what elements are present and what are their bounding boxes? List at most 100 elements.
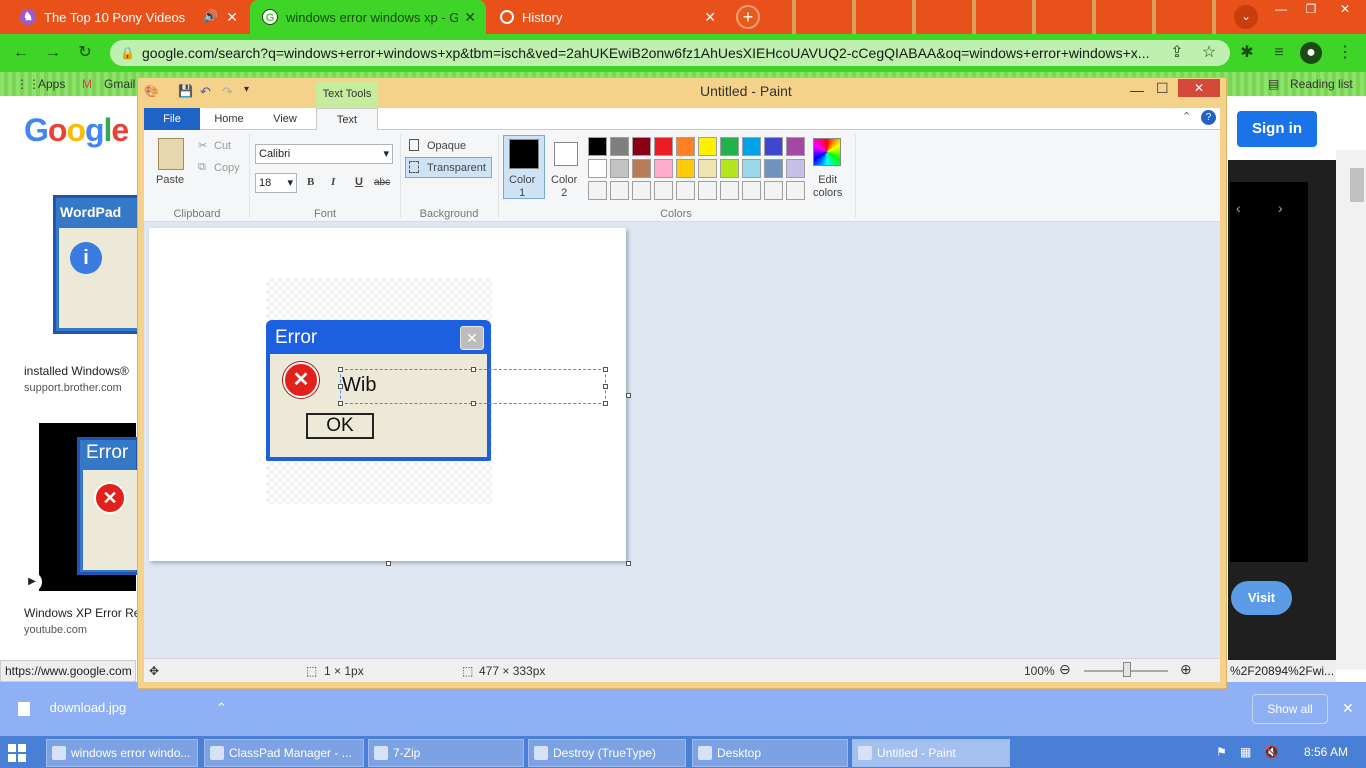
tab-pony-videos[interactable]: ♞ The Top 10 Pony Videos 🔊 ✕ — [8, 0, 248, 34]
tab-file[interactable]: File — [144, 108, 200, 130]
color-swatch[interactable] — [610, 159, 629, 178]
network-icon[interactable]: ▦ — [1240, 745, 1251, 759]
page-scrollbar[interactable] — [1336, 150, 1366, 670]
play-icon[interactable]: ▶ — [22, 572, 42, 592]
bookmark-gmail[interactable]: Gmail — [104, 77, 135, 91]
redo-icon[interactable]: ↷ — [222, 84, 233, 100]
prev-image-icon[interactable]: ‹ — [1236, 200, 1241, 216]
paste-button[interactable]: Paste — [156, 174, 184, 186]
resize-handle[interactable] — [338, 401, 343, 406]
apps-icon[interactable]: ⋮⋮ — [16, 77, 40, 91]
color-swatch[interactable] — [742, 159, 761, 178]
paint-maximize-icon[interactable]: ☐ — [1156, 80, 1169, 97]
color-swatch[interactable] — [654, 137, 673, 156]
color-swatch[interactable] — [610, 181, 629, 200]
color-swatch[interactable] — [676, 181, 695, 200]
paste-icon[interactable] — [158, 138, 184, 170]
tab-search-icon[interactable]: ⌄ — [1234, 5, 1258, 29]
collapse-ribbon-icon[interactable]: ⌃ — [1182, 110, 1191, 123]
profile-avatar[interactable]: ● — [1300, 42, 1322, 64]
taskbar-font[interactable]: Destroy (TrueType) — [528, 739, 686, 767]
color-swatch[interactable] — [786, 137, 805, 156]
download-item[interactable]: download.jpg ⌃ — [18, 700, 227, 716]
share-icon[interactable]: ⇪ — [1166, 42, 1188, 64]
resize-handle[interactable] — [603, 401, 608, 406]
result-thumbnail-wordpad[interactable]: WordPad i — [53, 195, 143, 334]
color-swatch[interactable] — [786, 159, 805, 178]
bookmark-apps[interactable]: Apps — [38, 77, 65, 91]
tab-home[interactable]: Home — [204, 108, 254, 130]
speaker-icon[interactable]: 🔊 — [203, 9, 218, 23]
color-swatch[interactable] — [720, 159, 739, 178]
copy-button[interactable]: Copy — [214, 162, 240, 174]
paint-app-icon[interactable]: 🎨 — [144, 84, 159, 98]
edit-colors-icon[interactable] — [813, 138, 841, 166]
help-icon[interactable]: ? — [1201, 110, 1216, 125]
close-tab-icon[interactable]: ✕ — [464, 9, 476, 26]
close-tab-icon[interactable]: ✕ — [226, 9, 238, 26]
result-caption[interactable]: Windows XP Error Re — [24, 606, 140, 620]
color-swatch[interactable] — [632, 159, 651, 178]
browser-menu-icon[interactable]: ⋮ — [1334, 42, 1356, 64]
chevron-up-icon[interactable]: ⌃ — [216, 700, 227, 715]
taskbar-classpad[interactable]: ClassPad Manager - ... — [204, 739, 364, 767]
zoom-out-icon[interactable]: ⊖ — [1059, 661, 1071, 678]
color-swatch[interactable] — [610, 137, 629, 156]
tab-view[interactable]: View — [260, 108, 310, 130]
color-swatch[interactable] — [632, 137, 651, 156]
resize-handle[interactable] — [471, 367, 476, 372]
media-icon[interactable]: ≡ — [1268, 42, 1290, 64]
resize-handle[interactable] — [603, 367, 608, 372]
color-swatch[interactable] — [632, 181, 651, 200]
resize-handle[interactable] — [338, 384, 343, 389]
font-size-select[interactable]: 18 ▾ — [255, 173, 297, 193]
color-swatch[interactable] — [588, 181, 607, 200]
color-swatch[interactable] — [742, 137, 761, 156]
close-shelf-icon[interactable]: ✕ — [1342, 700, 1354, 717]
color-swatch[interactable] — [698, 137, 717, 156]
zoom-slider-thumb[interactable] — [1123, 662, 1131, 677]
taskbar-chrome[interactable]: windows error windo... — [46, 739, 198, 767]
result-source[interactable]: youtube.com — [24, 624, 87, 636]
sign-in-button[interactable]: Sign in — [1237, 111, 1317, 147]
volume-icon[interactable]: 🔇 — [1264, 745, 1279, 759]
color-swatch[interactable] — [764, 137, 783, 156]
color-swatch[interactable] — [698, 181, 717, 200]
quick-access-dropdown-icon[interactable]: ▾ — [244, 84, 249, 95]
reload-icon[interactable]: ↻ — [74, 42, 96, 64]
paint-minimize-icon[interactable]: — — [1130, 82, 1144, 98]
undo-icon[interactable]: ↶ — [200, 84, 211, 100]
color-swatch[interactable] — [786, 181, 805, 200]
result-thumbnail-error[interactable]: Error ✕ — [39, 423, 139, 591]
visit-button[interactable]: Visit — [1231, 581, 1292, 615]
opaque-option[interactable]: Opaque — [427, 140, 466, 152]
save-icon[interactable]: 💾 — [178, 84, 193, 98]
color-swatch[interactable] — [720, 181, 739, 200]
forward-icon[interactable]: → — [42, 42, 64, 64]
color-swatch[interactable] — [742, 181, 761, 200]
tab-windows-error[interactable]: G windows error windows xp - Goo ✕ — [250, 0, 486, 34]
bookmark-star-icon[interactable]: ☆ — [1198, 42, 1220, 64]
italic-button[interactable]: I — [331, 176, 335, 188]
color-swatch[interactable] — [654, 181, 673, 200]
start-button[interactable] — [6, 742, 28, 764]
taskbar-desktop[interactable]: Desktop — [692, 739, 848, 767]
bold-button[interactable]: B — [307, 176, 314, 188]
google-logo[interactable]: Google — [24, 112, 129, 149]
text-box-content[interactable]: Wib — [342, 374, 376, 397]
taskbar-paint[interactable]: Untitled - Paint — [852, 739, 1010, 767]
close-tab-icon[interactable]: ✕ — [704, 9, 716, 26]
result-source[interactable]: support.brother.com — [24, 382, 122, 394]
taskbar-clock[interactable]: 8:56 AM — [1296, 736, 1356, 768]
close-window-icon[interactable]: ✕ — [1330, 2, 1360, 16]
color-swatch[interactable] — [698, 159, 717, 178]
underline-button[interactable]: U — [355, 176, 363, 188]
color-swatch[interactable] — [676, 137, 695, 156]
zoom-in-icon[interactable]: ⊕ — [1180, 661, 1192, 678]
lock-icon[interactable]: 🔒 — [120, 46, 135, 60]
color-swatch[interactable] — [654, 159, 673, 178]
color-swatch[interactable] — [588, 137, 607, 156]
minimize-icon[interactable]: — — [1266, 2, 1296, 16]
color-swatch[interactable] — [764, 181, 783, 200]
edit-colors-button[interactable]: Edit colors — [813, 174, 842, 200]
